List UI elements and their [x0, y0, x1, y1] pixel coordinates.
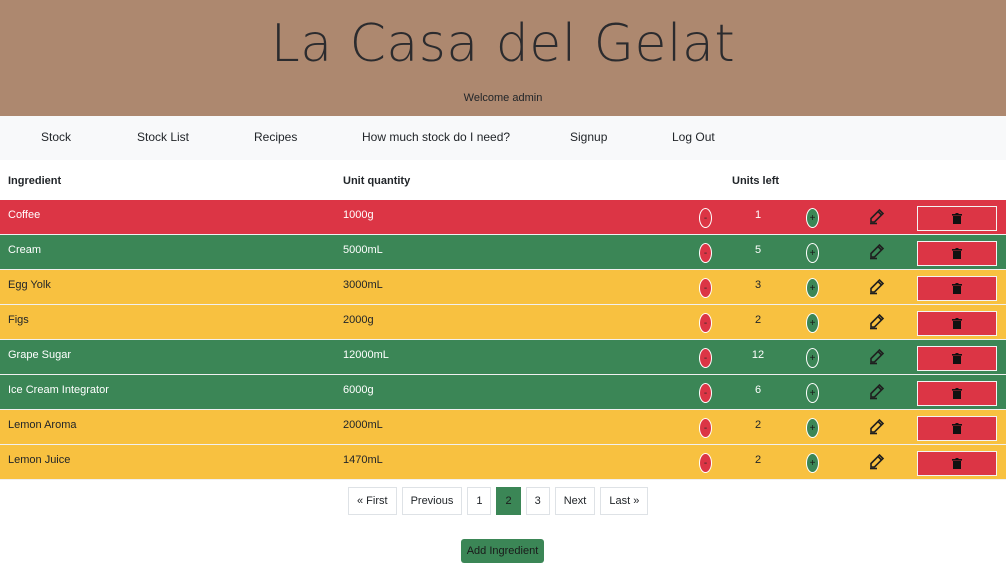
edit-icon[interactable] [868, 452, 886, 470]
page-first[interactable]: « First [348, 487, 397, 515]
units-left: 3 [754, 279, 762, 291]
unit-quantity: 3000mL [343, 279, 383, 291]
pagination: « First Previous 1 2 3 Next Last » [348, 487, 649, 515]
increment-button[interactable]: + [806, 383, 819, 403]
table-row: Egg Yolk 3000mL - 3 + [0, 270, 1006, 305]
ingredient-table-body: Coffee 1000g - 1 + Cream 5000mL - 5 + Egg Yolk 3000… [0, 200, 1006, 480]
edit-icon[interactable] [868, 347, 886, 365]
table-header: Ingredient Unit quantity Units left [0, 160, 1006, 200]
units-left: 2 [754, 314, 762, 326]
table-row: Lemon Juice 1470mL - 2 + [0, 445, 1006, 480]
table-row: Figs 2000g - 2 + [0, 305, 1006, 340]
trash-icon [952, 318, 962, 329]
delete-button[interactable] [917, 416, 997, 441]
edit-icon[interactable] [868, 417, 886, 435]
decrement-button[interactable]: - [699, 243, 712, 263]
delete-button[interactable] [917, 276, 997, 301]
page-next[interactable]: Next [554, 487, 596, 515]
nav-stock[interactable]: Stock [41, 130, 71, 144]
col-unit-quantity: Unit quantity [343, 175, 411, 187]
decrement-button[interactable]: - [699, 418, 712, 438]
increment-button[interactable]: + [806, 208, 819, 228]
units-left: 5 [754, 244, 762, 256]
ingredient-name: Coffee [8, 209, 41, 221]
units-left: 6 [754, 384, 762, 396]
units-left: 1 [754, 209, 762, 221]
ingredient-name: Egg Yolk [8, 279, 51, 291]
increment-button[interactable]: + [806, 278, 819, 298]
delete-button[interactable] [917, 311, 997, 336]
delete-button[interactable] [917, 206, 997, 231]
trash-icon [952, 353, 962, 364]
units-left: 12 [751, 349, 765, 361]
trash-icon [952, 283, 962, 294]
edit-icon[interactable] [868, 277, 886, 295]
page-header: La Casa del Gelat Welcome admin [0, 0, 1006, 116]
trash-icon [952, 213, 962, 224]
trash-icon [952, 458, 962, 469]
unit-quantity: 2000g [343, 314, 374, 326]
ingredient-name: Cream [8, 244, 42, 256]
units-left: 2 [754, 419, 762, 431]
edit-icon[interactable] [868, 242, 886, 260]
add-ingredient-button[interactable]: Add Ingredient [461, 539, 544, 563]
unit-quantity: 6000g [343, 384, 374, 396]
decrement-button[interactable]: - [699, 348, 712, 368]
nav-bar: Stock Stock List Recipes How much stock … [0, 116, 1006, 160]
nav-recipes[interactable]: Recipes [254, 130, 297, 144]
decrement-button[interactable]: - [699, 208, 712, 228]
delete-button[interactable] [917, 381, 997, 406]
increment-button[interactable]: + [806, 453, 819, 473]
decrement-button[interactable]: - [699, 313, 712, 333]
unit-quantity: 12000mL [343, 349, 389, 361]
trash-icon [952, 423, 962, 434]
increment-button[interactable]: + [806, 348, 819, 368]
decrement-button[interactable]: - [699, 278, 712, 298]
increment-button[interactable]: + [806, 313, 819, 333]
delete-button[interactable] [917, 241, 997, 266]
unit-quantity: 5000mL [343, 244, 383, 256]
increment-button[interactable]: + [806, 243, 819, 263]
page-2-current[interactable]: 2 [496, 487, 521, 515]
page-title: La Casa del Gelat [270, 14, 736, 74]
unit-quantity: 2000mL [343, 419, 383, 431]
ingredient-name: Lemon Juice [8, 454, 71, 466]
trash-icon [952, 388, 962, 399]
nav-logout[interactable]: Log Out [672, 130, 715, 144]
trash-icon [952, 248, 962, 259]
edit-icon[interactable] [868, 207, 886, 225]
col-units-left: Units left [732, 175, 780, 187]
table-row: Grape Sugar 12000mL - 12 + [0, 340, 1006, 375]
table-row: Coffee 1000g - 1 + [0, 200, 1006, 235]
ingredient-name: Figs [8, 314, 29, 326]
table-row: Lemon Aroma 2000mL - 2 + [0, 410, 1006, 445]
ingredient-name: Lemon Aroma [8, 419, 77, 431]
welcome-message: Welcome admin [463, 92, 543, 104]
increment-button[interactable]: + [806, 418, 819, 438]
delete-button[interactable] [917, 451, 997, 476]
edit-icon[interactable] [868, 382, 886, 400]
unit-quantity: 1000g [343, 209, 374, 221]
units-left: 2 [754, 454, 762, 466]
page-last[interactable]: Last » [600, 487, 649, 515]
delete-button[interactable] [917, 346, 997, 371]
page-previous[interactable]: Previous [401, 487, 463, 515]
unit-quantity: 1470mL [343, 454, 383, 466]
nav-stock-list[interactable]: Stock List [137, 130, 189, 144]
col-ingredient: Ingredient [8, 175, 62, 187]
decrement-button[interactable]: - [699, 383, 712, 403]
nav-signup[interactable]: Signup [570, 130, 607, 144]
page-3[interactable]: 3 [525, 487, 550, 515]
ingredient-name: Grape Sugar [8, 349, 71, 361]
decrement-button[interactable]: - [699, 453, 712, 473]
edit-icon[interactable] [868, 312, 886, 330]
table-row: Ice Cream Integrator 6000g - 6 + [0, 375, 1006, 410]
ingredient-name: Ice Cream Integrator [8, 384, 109, 396]
table-row: Cream 5000mL - 5 + [0, 235, 1006, 270]
nav-stock-needed[interactable]: How much stock do I need? [362, 130, 510, 144]
page-1[interactable]: 1 [467, 487, 492, 515]
